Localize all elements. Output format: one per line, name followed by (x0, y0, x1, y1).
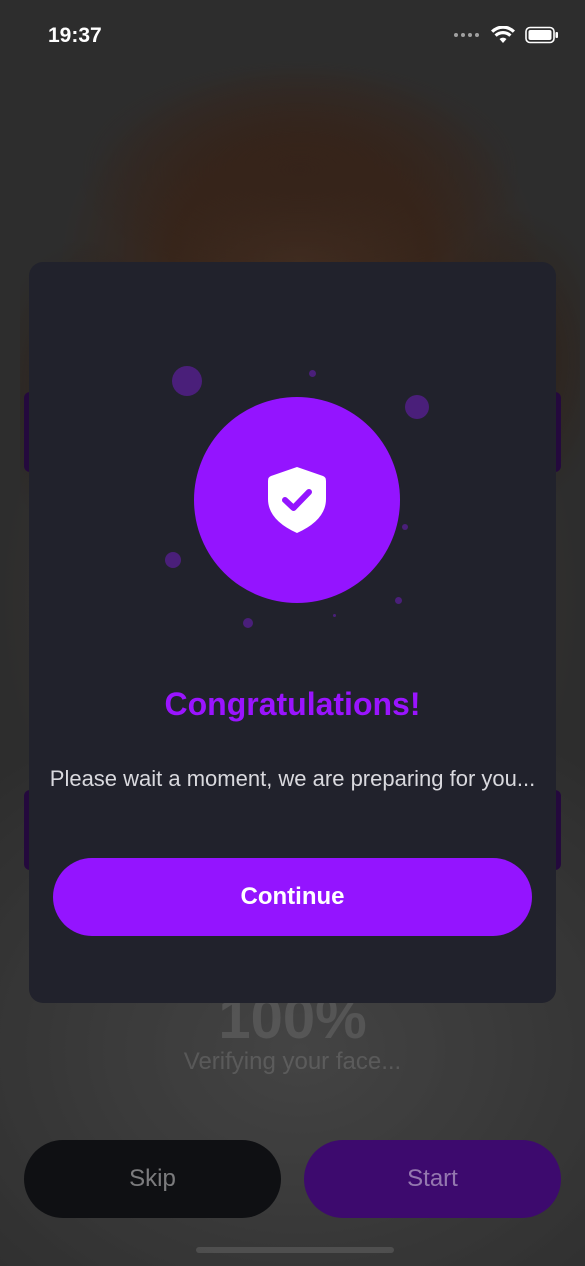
cellular-signal-icon (454, 33, 479, 37)
wifi-icon (491, 26, 515, 43)
battery-icon (525, 26, 558, 44)
decor-bubble (405, 395, 429, 419)
decor-bubble (309, 370, 316, 377)
shield-badge (194, 397, 400, 603)
home-indicator[interactable] (196, 1247, 394, 1253)
start-button[interactable]: Start (304, 1140, 561, 1218)
continue-button[interactable]: Continue (53, 858, 532, 936)
success-modal: Congratulations! Please wait a moment, w… (29, 262, 556, 1003)
decor-bubble (243, 618, 253, 628)
decor-bubble (402, 524, 408, 530)
decor-bubble (165, 552, 181, 568)
decor-bubble (172, 366, 202, 396)
modal-message: Please wait a moment, we are preparing f… (49, 766, 536, 791)
status-icons (454, 26, 559, 44)
status-time: 19:37 (48, 24, 102, 47)
decor-bubble (395, 597, 402, 604)
decor-bubble (333, 614, 336, 617)
status-bar: 19:37 (0, 0, 585, 74)
shield-check-icon (268, 467, 326, 533)
modal-title: Congratulations! (164, 686, 421, 722)
skip-button[interactable]: Skip (24, 1140, 281, 1218)
